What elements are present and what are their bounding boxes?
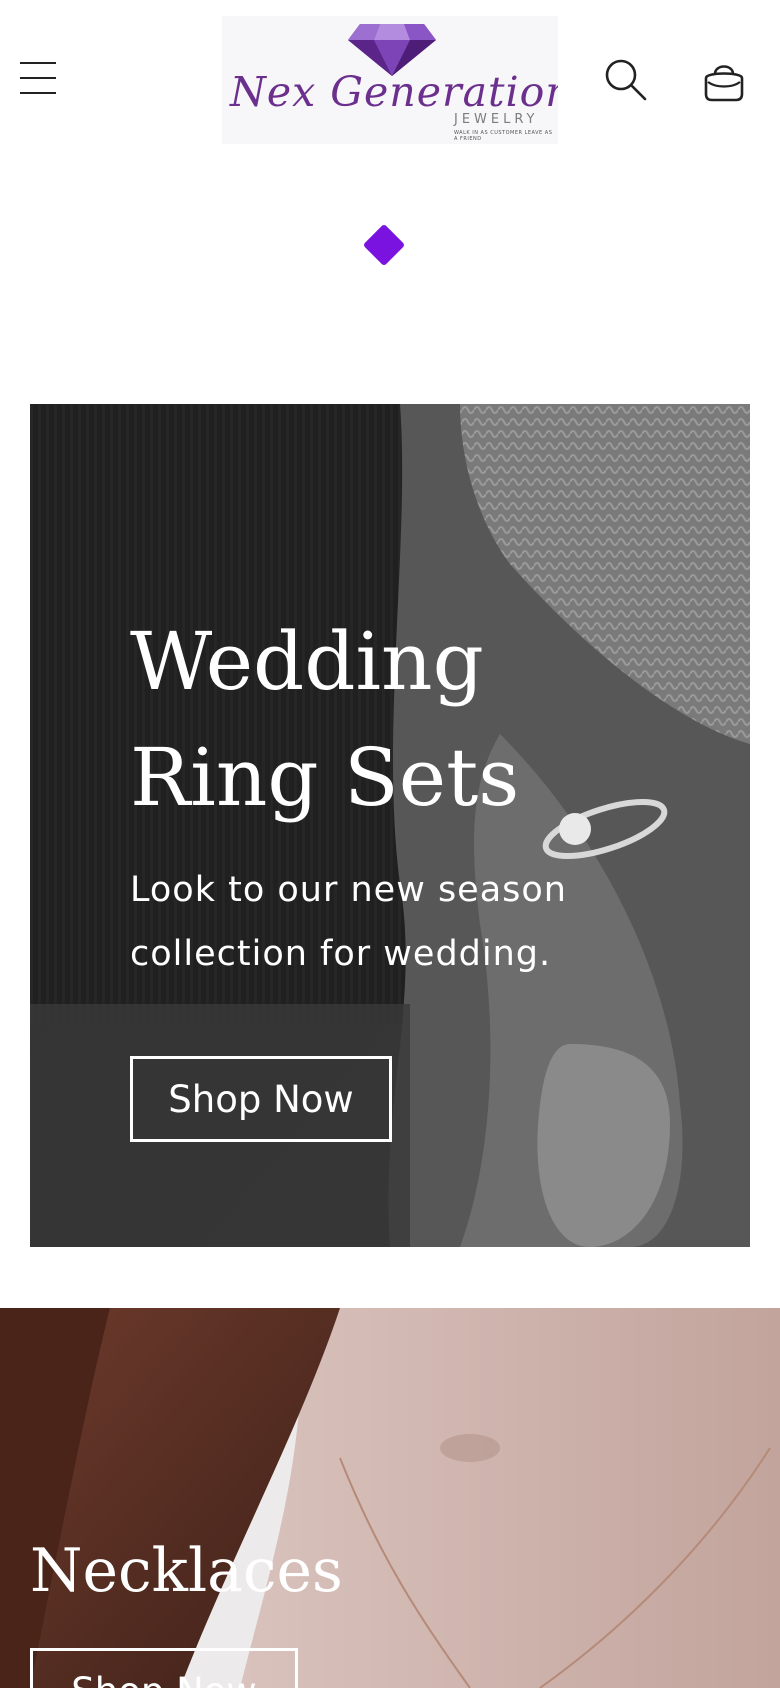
necklaces-title: Necklaces [30,1536,343,1606]
hero-banner: Wedding Ring Sets Look to our new season… [30,404,750,1247]
search-icon [605,59,647,101]
menu-line [20,62,56,64]
shop-now-button[interactable]: Shop Now [130,1056,392,1142]
necklaces-shop-now-button[interactable]: Shop Now [30,1648,298,1688]
hero-subtitle-line1: Look to our new season [130,870,567,910]
logo-brand-text: Nex Generation [230,68,558,116]
hero-subtitle: Look to our new season collection for we… [130,858,650,986]
hero-text: Wedding Ring Sets Look to our new season… [130,604,650,986]
hero-title-line1: Wedding [130,615,484,708]
cart-button[interactable] [700,56,748,104]
menu-button[interactable] [18,58,60,100]
necklaces-background-image [0,1308,780,1688]
necklaces-banner: Necklaces Shop Now [0,1308,780,1688]
search-button[interactable] [604,58,648,102]
hero-title-line2: Ring Sets [130,731,520,824]
brand-logo[interactable]: Nex Generation JEWELRY WALK IN AS CUSTOM… [222,16,558,144]
loading-diamond-icon [362,223,406,267]
site-header: Nex Generation JEWELRY WALK IN AS CUSTOM… [0,0,780,160]
cart-bag-icon [704,65,744,102]
hero-subtitle-line2: collection for wedding. [130,934,552,974]
menu-line [20,92,56,94]
hero-title: Wedding Ring Sets [130,604,650,836]
logo-tagline: WALK IN AS CUSTOMER LEAVE AS A FRIEND [454,130,553,142]
menu-line [20,77,56,79]
logo-sub-text: JEWELRY [454,112,539,127]
